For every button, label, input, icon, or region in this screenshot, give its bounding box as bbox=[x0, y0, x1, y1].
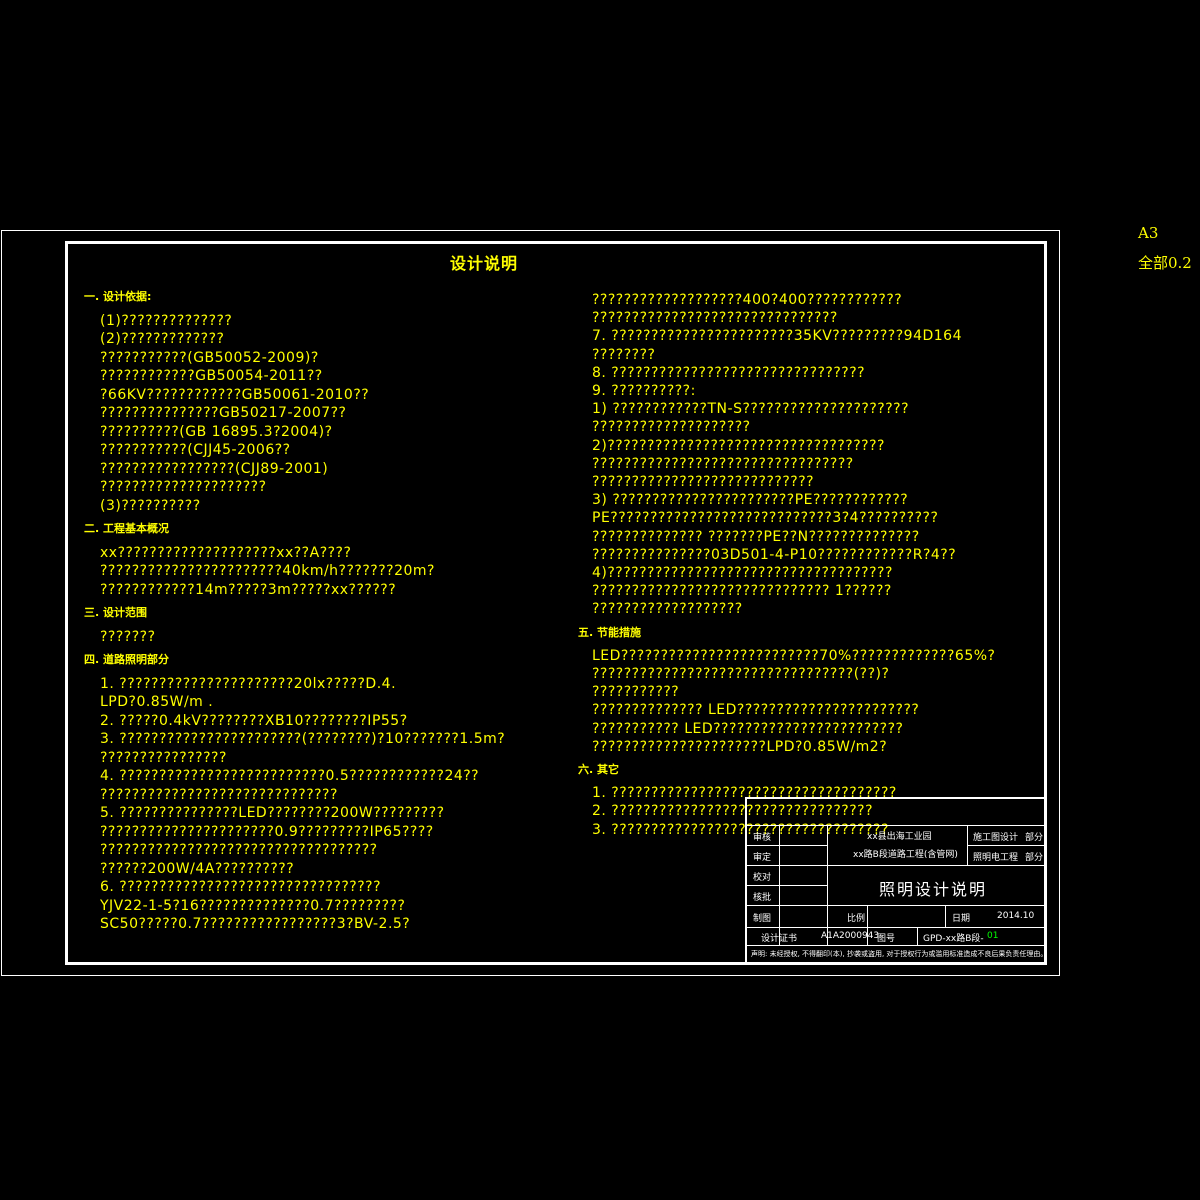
text-line: ?????????????????????????????? 1?????? bbox=[592, 583, 892, 600]
legal-notice: 声明: 未经授权, 不得翻印(本), 抄袭或盗用, 对于授权行为或滥用标准造成不… bbox=[751, 950, 1048, 958]
discipline: 照明电工程 bbox=[973, 853, 1019, 863]
discipline-suffix: 部分 bbox=[1025, 853, 1044, 863]
section-heading: 五. 节能措施 bbox=[578, 625, 642, 639]
text-line: ???????? bbox=[592, 346, 656, 363]
text-line: xx????????????????????xx??A???? bbox=[100, 544, 352, 561]
scale-label: 全部0.2 bbox=[1138, 254, 1192, 272]
text-line: ?????????????????????????????? bbox=[100, 786, 338, 803]
text-line: ??????????????????? bbox=[592, 601, 743, 618]
text-line: 7. ???????????????????????35KV?????????9… bbox=[592, 328, 962, 345]
text-line: ??????????(GB 16895.3?2004)? bbox=[100, 423, 333, 440]
text-line: ??????????????????????????????? bbox=[592, 310, 838, 327]
text-line: ????????????GB50054-2011?? bbox=[100, 368, 323, 384]
cert-label: 设计证书 bbox=[761, 934, 798, 944]
label-check: 校对 bbox=[753, 873, 772, 883]
text-line: 9. ??????????: bbox=[592, 383, 696, 399]
text-line: LPD?0.85W/m . bbox=[100, 694, 214, 710]
text-line: 5. ???????????????LED????????200W???????… bbox=[100, 805, 445, 821]
text-line: ?????????????? LED??????????????????????… bbox=[592, 702, 920, 719]
date-field-label: 日期 bbox=[952, 914, 971, 924]
text-line: ??????????????????????0.9?????????IP65??… bbox=[100, 823, 434, 840]
stage: 施工图设计 bbox=[973, 833, 1019, 843]
label-review: 审核 bbox=[753, 833, 772, 843]
text-line: 3) ???????????????????????PE???????????? bbox=[592, 492, 909, 509]
text-line: ???????????(CJJ45-2006?? bbox=[100, 442, 291, 458]
text-line: ?????????????????(CJJ89-2001) bbox=[100, 460, 329, 477]
text-line: ?????????????????????????????????(??)? bbox=[592, 666, 890, 682]
text-line: ????????????????????? bbox=[100, 479, 267, 495]
text-line: 1) ????????????TN-S????????????????????? bbox=[592, 401, 909, 418]
text-line: ??????????????????????LPD?0.85W/m2? bbox=[592, 738, 888, 755]
text-line: ???????????????? bbox=[100, 749, 227, 766]
text-line: ????????????????????????????????? bbox=[592, 455, 854, 472]
sheet-size-label: A3 bbox=[1138, 224, 1159, 242]
text-line: 4. ??????????????????????????0.5????????… bbox=[100, 768, 480, 784]
project-name-1: xx县出海工业园 bbox=[867, 832, 932, 842]
text-line: ????????????14m?????3m?????xx?????? bbox=[100, 581, 397, 598]
text-line: PE????????????????????????????3?4???????… bbox=[592, 510, 939, 527]
section-heading: 一. 设计依据: bbox=[84, 290, 152, 303]
text-line: ???????????????????400?400???????????? bbox=[592, 292, 903, 308]
label-sign: 核批 bbox=[753, 893, 772, 903]
text-line: 8. ???????????????????????????????? bbox=[592, 364, 866, 381]
drawing-number-suffix: 01 bbox=[987, 931, 999, 941]
text-line: ???????????????????????40km/h???????20m? bbox=[100, 563, 435, 579]
text-line: LED?????????????????????????70%?????????… bbox=[592, 647, 996, 664]
text-line: 2. ?????0.4kV????????XB10????????IP55? bbox=[100, 712, 408, 729]
label-drafter: 制图 bbox=[753, 914, 772, 924]
section-heading: 三. 设计范围 bbox=[84, 606, 148, 619]
text-line: 2)??????????????????????????????????? bbox=[592, 437, 885, 454]
text-line: 1. ??????????????????????20lx?????D.4. bbox=[100, 675, 397, 692]
text-line: ?????????????? ???????PE??N?????????????… bbox=[592, 528, 920, 545]
text-line: ??????? bbox=[100, 628, 156, 645]
text-line: SC50?????0.7?????????????????3?BV-2.5? bbox=[100, 916, 411, 932]
text-line: ???????????????GB50217-2007?? bbox=[100, 405, 347, 421]
text-line: YJV22-1-5?16??????????????0.7????????? bbox=[100, 897, 406, 914]
text-line: ??????????? LED???????????????????????? bbox=[592, 720, 904, 737]
section-heading: 四. 道路照明部分 bbox=[84, 653, 170, 666]
drawing-no-label: 图号 bbox=[877, 934, 896, 944]
label-approve: 审定 bbox=[753, 853, 772, 863]
text-line: ??????200W/4A?????????? bbox=[100, 860, 295, 877]
drawing-number: GPD-xx路B段- bbox=[923, 934, 984, 944]
text-line: ?66KV????????????GB50061-2010?? bbox=[100, 386, 370, 403]
text-line: 6. ????????????????????????????????? bbox=[100, 879, 382, 895]
text-line: ???????????????????? bbox=[592, 419, 751, 436]
cert-number: A1A2000943 bbox=[821, 931, 880, 941]
text-line: ??????????? bbox=[592, 684, 680, 701]
date-value: 2014.10 bbox=[997, 911, 1035, 921]
drawing-title: 照明设计说明 bbox=[879, 880, 988, 899]
text-line: ???????????????????????????? bbox=[592, 474, 815, 490]
stage-suffix: 部分 bbox=[1025, 833, 1044, 843]
project-name-2: xx路B段道路工程(含管网) bbox=[853, 850, 958, 860]
section-heading: 六. 其它 bbox=[578, 763, 620, 776]
text-line: 3. ???????????????????????(????????)?10?… bbox=[100, 731, 506, 747]
text-line: 4)???????????????????????????????????? bbox=[592, 565, 893, 581]
text-line: ??????????????????????????????????? bbox=[100, 842, 378, 858]
section-heading: 二. 工程基本概况 bbox=[84, 522, 170, 535]
title-block: 审核 审定 校对 核批 制图 xx县出海工业园 xx路B段道路工程(含管网) 施… bbox=[745, 797, 1047, 965]
text-line: ???????????(GB50052-2009)? bbox=[100, 349, 319, 366]
scale-field-label: 比例 bbox=[847, 914, 866, 924]
text-line: ???????????????03D501-4-P10????????????R… bbox=[592, 546, 957, 563]
text-line: (2)????????????? bbox=[100, 331, 225, 347]
page-title: 设计说明 bbox=[450, 254, 519, 273]
text-line: (1)?????????????? bbox=[100, 312, 233, 329]
text-line: (3)?????????? bbox=[100, 497, 201, 514]
